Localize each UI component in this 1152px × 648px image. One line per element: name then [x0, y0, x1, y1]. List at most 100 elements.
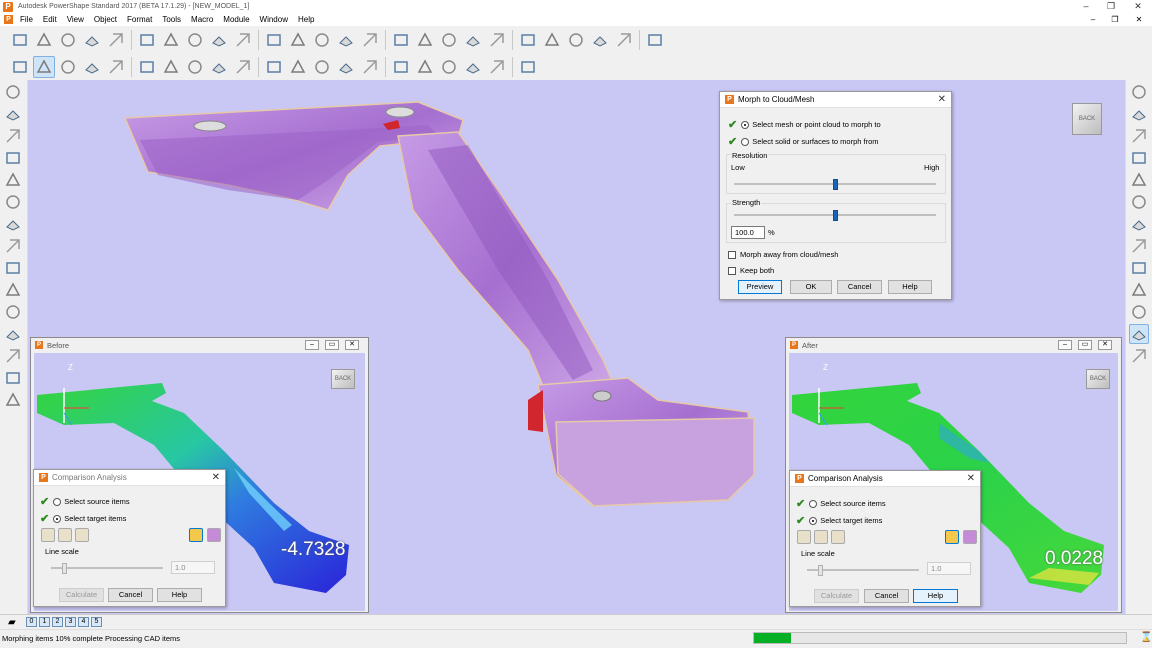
- undo-icon[interactable]: [263, 29, 285, 51]
- r-tool-11-icon[interactable]: [1129, 302, 1149, 322]
- left-tool-15-icon[interactable]: [3, 390, 23, 410]
- after-cancel-button[interactable]: Cancel: [864, 589, 909, 603]
- help-button[interactable]: Help: [888, 280, 932, 294]
- layer3-icon[interactable]: [517, 56, 539, 78]
- hand-icon[interactable]: [335, 29, 357, 51]
- eraser-icon[interactable]: [207, 528, 221, 542]
- r-tool-6-icon[interactable]: [1129, 192, 1149, 212]
- left-tool-2-icon[interactable]: [3, 104, 23, 124]
- mdi-restore-button[interactable]: ❐: [1108, 13, 1122, 26]
- flat-icon[interactable]: [105, 56, 127, 78]
- view-select-icon[interactable]: [33, 55, 55, 78]
- histogram-icon[interactable]: [58, 528, 72, 542]
- select-icon[interactable]: [9, 29, 31, 51]
- morph-option-solid[interactable]: ✔ Select solid or surfaces to morph from: [728, 135, 879, 148]
- morph-option-mesh[interactable]: ✔ Select mesh or point cloud to morph to: [728, 118, 881, 131]
- before-line-scale-slider[interactable]: [51, 563, 163, 574]
- curve-icon[interactable]: [462, 29, 484, 51]
- left-tool-6-icon[interactable]: [3, 192, 23, 212]
- mdi-close-button[interactable]: ✕: [1132, 13, 1146, 26]
- delete-icon[interactable]: [232, 29, 254, 51]
- menu-file[interactable]: File: [15, 13, 38, 26]
- open-icon[interactable]: [33, 29, 55, 51]
- feature-icon[interactable]: [589, 29, 611, 51]
- after-source-row[interactable]: ✔ Select source items: [796, 497, 886, 510]
- left-tool-8-icon[interactable]: [3, 236, 23, 256]
- after-analysis-close-icon[interactable]: ✕: [967, 473, 975, 484]
- menu-macro[interactable]: Macro: [186, 13, 218, 26]
- layer-icon[interactable]: [462, 56, 484, 78]
- edge-icon[interactable]: [136, 56, 158, 78]
- r-tool-7-icon[interactable]: [1129, 214, 1149, 234]
- left-tool-11-icon[interactable]: [3, 302, 23, 322]
- surface-icon[interactable]: [517, 29, 539, 51]
- before-view-cube[interactable]: BACK: [331, 369, 355, 389]
- layer-tab-1[interactable]: 1: [39, 617, 50, 627]
- ok-button[interactable]: OK: [790, 280, 832, 294]
- copy-icon[interactable]: [160, 29, 182, 51]
- after-line-scale-thumb[interactable]: [818, 565, 823, 576]
- toolbar-grip[interactable]: [0, 26, 8, 53]
- bar-chart-icon[interactable]: [797, 530, 811, 544]
- view-top-icon[interactable]: [184, 56, 206, 78]
- view-right-icon[interactable]: [232, 56, 254, 78]
- menu-tools[interactable]: Tools: [157, 13, 186, 26]
- arc-icon[interactable]: [438, 29, 460, 51]
- text-icon[interactable]: [486, 29, 508, 51]
- probe-icon[interactable]: [75, 528, 89, 542]
- resolution-slider-thumb[interactable]: [832, 179, 838, 190]
- before-minimize-button[interactable]: –: [305, 340, 319, 350]
- r-tool-5-icon[interactable]: [1129, 170, 1149, 190]
- view-iso6-icon[interactable]: [390, 56, 412, 78]
- keep-both-row[interactable]: Keep both: [728, 266, 774, 275]
- open-model-icon[interactable]: [57, 29, 79, 51]
- before-target-row[interactable]: ✔ Select target items: [40, 512, 126, 525]
- r-tool-4-icon[interactable]: [1129, 148, 1149, 168]
- cube-select-icon[interactable]: [9, 56, 31, 78]
- menu-help[interactable]: Help: [293, 13, 319, 26]
- left-tool-4-icon[interactable]: [3, 148, 23, 168]
- after-line-scale-slider[interactable]: [807, 565, 919, 576]
- before-maximize-button[interactable]: ▭: [325, 340, 339, 350]
- view-front-icon[interactable]: [208, 56, 230, 78]
- before-analysis-close-icon[interactable]: ✕: [212, 472, 220, 483]
- shade-icon[interactable]: [57, 56, 79, 78]
- print-icon[interactable]: [105, 29, 127, 51]
- pen-icon[interactable]: [311, 29, 333, 51]
- before-help-button[interactable]: Help: [157, 588, 202, 602]
- layer-tab-3[interactable]: 3: [65, 617, 76, 627]
- before-target-radio[interactable]: [53, 514, 62, 523]
- left-tool-7-icon[interactable]: [3, 214, 23, 234]
- left-tool-1-icon[interactable]: [3, 82, 23, 102]
- before-source-row[interactable]: ✔ Select source items: [40, 495, 130, 508]
- line-icon[interactable]: [414, 29, 436, 51]
- view-iso5-icon[interactable]: [359, 56, 381, 78]
- preview-button[interactable]: Preview: [738, 280, 782, 294]
- bar-chart-icon[interactable]: [41, 528, 55, 542]
- morph-away-checkbox[interactable]: [728, 250, 736, 259]
- after-line-scale-input[interactable]: 1.0: [927, 562, 971, 575]
- maximize-button[interactable]: ❐: [1097, 0, 1125, 13]
- after-minimize-button[interactable]: –: [1058, 340, 1072, 350]
- after-maximize-button[interactable]: ▭: [1078, 340, 1092, 350]
- before-source-radio[interactable]: [53, 497, 62, 506]
- morph-close-icon[interactable]: ✕: [938, 94, 946, 105]
- r-tool-2-icon[interactable]: [1129, 104, 1149, 124]
- eraser-icon[interactable]: [963, 530, 977, 544]
- r-tool-1-icon[interactable]: [1129, 82, 1149, 102]
- colour-map-icon[interactable]: [189, 528, 203, 542]
- after-calculate-button[interactable]: Calculate: [814, 589, 859, 603]
- menu-view[interactable]: View: [62, 13, 89, 26]
- menu-object[interactable]: Object: [89, 13, 122, 26]
- before-close-button[interactable]: ✕: [345, 340, 359, 350]
- edit-icon[interactable]: [208, 29, 230, 51]
- toolbar-grip[interactable]: [0, 53, 8, 80]
- view-iso3-icon[interactable]: [311, 56, 333, 78]
- drawing-icon[interactable]: [644, 29, 666, 51]
- r-tool-3-icon[interactable]: [1129, 126, 1149, 146]
- mesh-icon[interactable]: [565, 29, 587, 51]
- layer-icon[interactable]: ▰: [8, 617, 26, 628]
- paste-icon[interactable]: [184, 29, 206, 51]
- after-target-row[interactable]: ✔ Select target items: [796, 514, 882, 527]
- left-tool-3-icon[interactable]: [3, 126, 23, 146]
